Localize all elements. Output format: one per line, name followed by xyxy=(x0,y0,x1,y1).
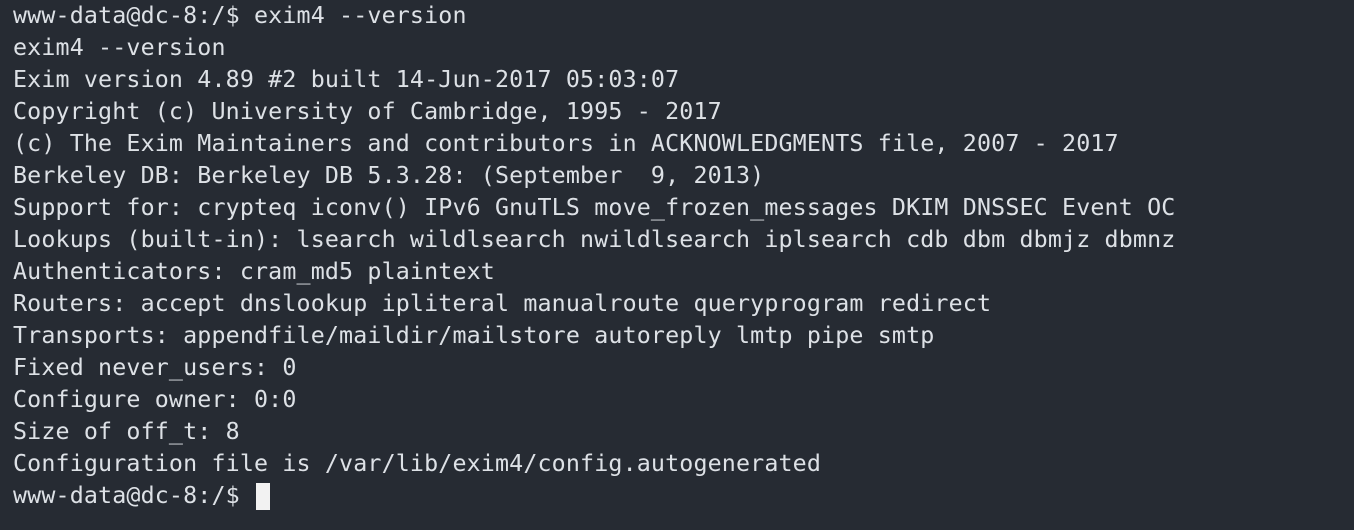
output-line: Berkeley DB: Berkeley DB 5.3.28: (Septem… xyxy=(13,162,765,189)
output-line: Copyright (c) University of Cambridge, 1… xyxy=(13,98,722,125)
final-prompt: www-data@dc-8:/$ xyxy=(13,482,254,509)
command-line: www-data@dc-8:/$ exim4 --version xyxy=(13,0,1175,32)
output-line: Configuration file is /var/lib/exim4/con… xyxy=(13,450,822,477)
command-text: exim4 --version xyxy=(254,2,467,29)
output-line: Authenticators: cram_md5 plaintext xyxy=(13,258,495,285)
cursor xyxy=(256,482,270,510)
output-line: Size of off_t: 8 xyxy=(13,418,240,445)
prompt: www-data@dc-8:/$ xyxy=(13,2,254,29)
output-line: Lookups (built-in): lsearch wildlsearch … xyxy=(13,226,1176,253)
output-line: Fixed never_users: 0 xyxy=(13,354,297,381)
output-line: Routers: accept dnslookup ipliteral manu… xyxy=(13,290,992,317)
output-line: Support for: crypteq iconv() IPv6 GnuTLS… xyxy=(13,194,1176,221)
terminal-output: www-data@dc-8:/$ exim4 --version exim4 -… xyxy=(13,0,1175,512)
input-line[interactable]: www-data@dc-8:/$ xyxy=(13,480,1175,512)
output-line: Configure owner: 0:0 xyxy=(13,386,297,413)
output-line: exim4 --version xyxy=(13,34,226,61)
output-line: Transports: appendfile/maildir/mailstore… xyxy=(13,322,935,349)
terminal-window[interactable]: www-data@dc-8:/$ exim4 --version exim4 -… xyxy=(0,0,1354,530)
output-line: (c) The Exim Maintainers and contributor… xyxy=(13,130,1119,157)
output-line: Exim version 4.89 #2 built 14-Jun-2017 0… xyxy=(13,66,680,93)
